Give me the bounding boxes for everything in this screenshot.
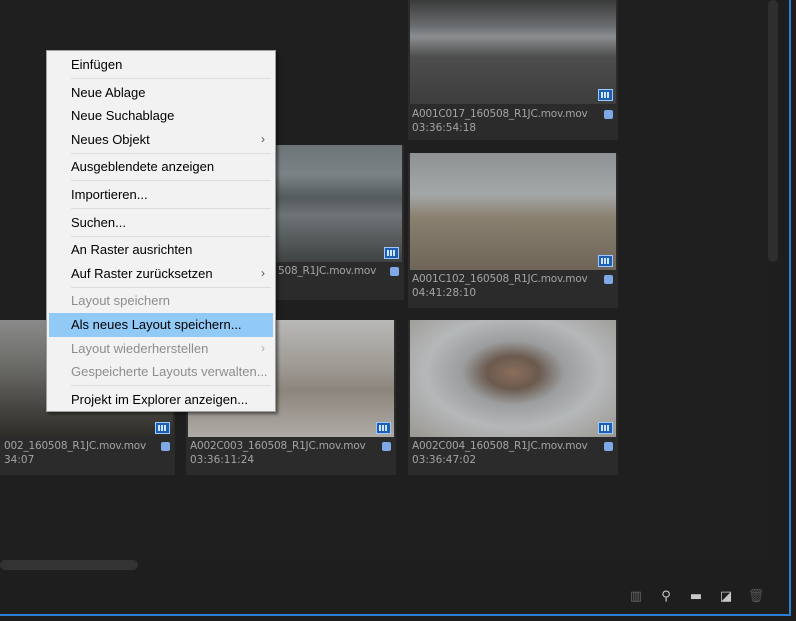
- clip-name: A001C017_160508_R1JC.mov.mov: [412, 108, 588, 120]
- label-color-badge[interactable]: [382, 442, 391, 451]
- new-bin-icon[interactable]: ▬: [688, 588, 704, 604]
- chevron-right-icon: ›: [261, 265, 265, 280]
- menu-separator: [71, 235, 271, 237]
- label-color-badge[interactable]: [604, 110, 613, 119]
- clip-timecode: 34:07: [4, 454, 35, 466]
- menu-item-reset-grid[interactable]: Auf Raster zurücksetzen ›: [49, 262, 273, 286]
- menu-separator: [71, 78, 271, 80]
- clip-name: A001C102_160508_R1JC.mov.mov: [412, 273, 588, 285]
- menu-item-align-grid[interactable]: An Raster ausrichten: [49, 238, 273, 262]
- search-icon[interactable]: ⚲: [658, 588, 674, 604]
- film-icon: [376, 422, 391, 434]
- clip-name: A002C003_160508_R1JC.mov.mov: [190, 440, 366, 452]
- clip-tile[interactable]: A001C017_160508_R1JC.mov.mov 03:36:54:18: [408, 0, 618, 140]
- menu-separator: [71, 180, 271, 182]
- menu-separator: [71, 385, 271, 387]
- film-icon: [155, 422, 170, 434]
- menu-separator: [71, 208, 271, 210]
- menu-separator: [71, 286, 271, 288]
- vertical-scrollbar[interactable]: [768, 0, 778, 262]
- context-menu: Einfügen Neue Ablage Neue Suchablage Neu…: [46, 50, 276, 412]
- menu-item-new-search-bin[interactable]: Neue Suchablage: [49, 104, 273, 128]
- menu-item-import[interactable]: Importieren...: [49, 183, 273, 207]
- menu-item-reveal-explorer[interactable]: Projekt im Explorer anzeigen...: [49, 388, 273, 412]
- menu-item-label: Layout wiederherstellen: [71, 340, 209, 356]
- label-color-badge[interactable]: [604, 442, 613, 451]
- film-icon: [384, 247, 399, 259]
- menu-item-restore-layout: Layout wiederherstellen ›: [49, 337, 273, 361]
- clip-timecode: 03:36:47:02: [412, 454, 477, 466]
- clip-name: 508_R1JC.mov.mov: [278, 265, 377, 277]
- menu-item-label: Auf Raster zurücksetzen: [71, 265, 213, 281]
- clip-tile[interactable]: A002C004_160508_R1JC.mov.mov 03:36:47:02: [408, 320, 618, 475]
- clip-thumbnail: [410, 320, 616, 437]
- film-icon: [598, 422, 613, 434]
- film-icon: [598, 255, 613, 267]
- clip-tile[interactable]: A001C102_160508_R1JC.mov.mov 04:41:28:10: [408, 153, 618, 308]
- clip-timecode: 03:36:11:24: [190, 454, 255, 466]
- clip-timecode: 04:41:28:10: [412, 287, 477, 299]
- chevron-right-icon: ›: [261, 131, 265, 146]
- menu-item-label: Neues Objekt: [71, 131, 150, 147]
- menu-item-show-hidden[interactable]: Ausgeblendete anzeigen: [49, 155, 273, 179]
- clip-thumbnail: [410, 0, 616, 104]
- menu-item-new-bin[interactable]: Neue Ablage: [49, 81, 273, 105]
- new-item-icon[interactable]: ◪: [718, 588, 734, 604]
- chevron-right-icon: ›: [261, 340, 265, 355]
- menu-item-paste[interactable]: Einfügen: [49, 53, 273, 77]
- menu-separator: [71, 152, 271, 154]
- menu-item-find[interactable]: Suchen...: [49, 211, 273, 235]
- automate-sequence-icon[interactable]: ▥: [628, 588, 644, 604]
- menu-item-manage-layouts: Gespeicherte Layouts verwalten...: [71, 364, 268, 380]
- trash-icon[interactable]: 🗑: [748, 588, 765, 604]
- clip-thumbnail: [410, 153, 616, 270]
- clip-timecode: 03:36:54:18: [412, 122, 477, 134]
- horizontal-scrollbar[interactable]: [0, 560, 138, 570]
- label-color-badge[interactable]: [604, 275, 613, 284]
- clip-name: 002_160508_R1JC.mov.mov: [4, 440, 147, 452]
- label-color-badge[interactable]: [390, 267, 399, 276]
- menu-item-new-item[interactable]: Neues Objekt ›: [49, 128, 273, 152]
- clip-name: A002C004_160508_R1JC.mov.mov: [412, 440, 588, 452]
- menu-item-save-new-layout[interactable]: Als neues Layout speichern...: [49, 312, 273, 337]
- bottom-toolbar: ▥ ⚲ ▬ ◪ 🗑: [628, 588, 764, 604]
- menu-item-save-layout: Layout speichern: [71, 293, 171, 309]
- film-icon: [598, 89, 613, 101]
- label-color-badge[interactable]: [161, 442, 170, 451]
